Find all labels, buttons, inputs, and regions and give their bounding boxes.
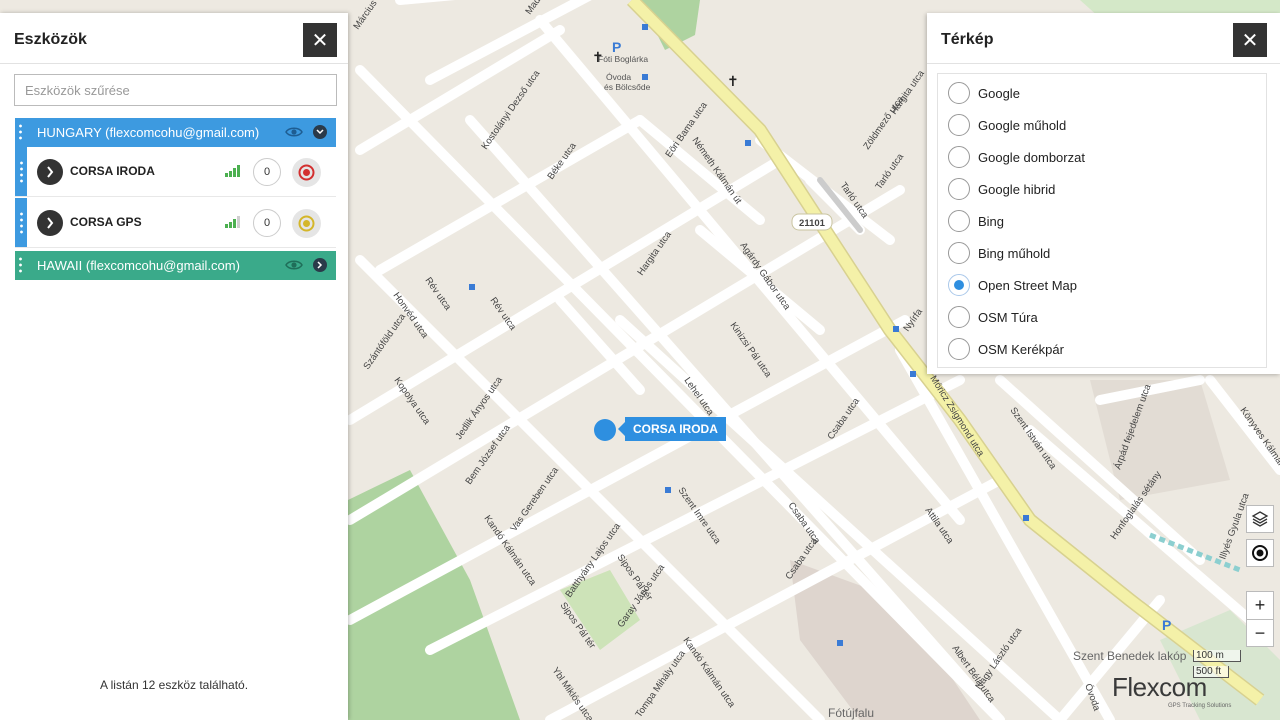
- layer-label: Google hibrid: [978, 181, 1056, 197]
- radio-button[interactable]: [948, 306, 970, 328]
- svg-text:✝: ✝: [592, 49, 604, 65]
- expand-device-button[interactable]: [37, 210, 63, 236]
- signal-bars-icon: [225, 216, 240, 228]
- device-marker-label[interactable]: CORSA IRODA: [618, 417, 726, 441]
- layer-option-google-satellite[interactable]: Google műhold: [938, 109, 1266, 141]
- radio-button[interactable]: [948, 114, 970, 136]
- locate-button[interactable]: [1246, 539, 1274, 567]
- devices-panel-close-button[interactable]: ✕: [303, 23, 337, 57]
- group-name: HUNGARY (flexcomcohu@gmail.com): [37, 125, 260, 140]
- svg-text:Fóti Boglárka: Fóti Boglárka: [598, 54, 648, 64]
- zoom-in-button[interactable]: +: [1246, 591, 1274, 619]
- district-label-fotujfalu: Fótújfalu: [828, 706, 875, 720]
- chevron-right-icon: [47, 217, 54, 229]
- status-target-button[interactable]: [292, 209, 321, 238]
- device-drag-strip[interactable]: [15, 147, 27, 196]
- flexcom-logo-subtext: GPS Tracking Solutions: [1168, 703, 1232, 709]
- device-drag-strip[interactable]: [15, 198, 27, 247]
- layer-label: Google: [978, 85, 1020, 101]
- target-red-icon: [298, 164, 315, 181]
- radio-button[interactable]: [948, 338, 970, 360]
- drag-handle-icon[interactable]: [19, 256, 22, 275]
- district-label: Szent Benedek lakóp: [1073, 649, 1187, 663]
- device-row-corsa-gps[interactable]: CORSA GPS 0: [15, 198, 336, 248]
- devices-panel-header: Eszközök ✕: [0, 13, 348, 64]
- map-layers-panel: Térkép ✕ Google Google műhold Google dom…: [927, 13, 1280, 374]
- locate-icon: [1252, 545, 1268, 561]
- layer-label: OSM Kerékpár: [978, 341, 1064, 357]
- group-name: HAWAII (flexcomcohu@gmail.com): [37, 258, 240, 273]
- flexcom-logo: Flexcom: [1112, 672, 1207, 702]
- radio-button[interactable]: [948, 210, 970, 232]
- layer-option-google-hybrid[interactable]: Google hibrid: [938, 173, 1266, 205]
- group-row-hawaii[interactable]: HAWAII (flexcomcohu@gmail.com): [15, 251, 336, 280]
- drag-handle-icon[interactable]: [19, 123, 22, 142]
- radio-button[interactable]: [948, 178, 970, 200]
- chevron-down-icon[interactable]: [313, 125, 327, 139]
- device-name: CORSA IRODA: [70, 164, 155, 178]
- map-panel-close-button[interactable]: ✕: [1233, 23, 1267, 57]
- devices-panel: Eszközök ✕ HUNGARY (flexcomcohu@gmail.co…: [0, 13, 348, 720]
- close-icon: ✕: [311, 29, 329, 52]
- map-panel-title: Térkép: [941, 31, 994, 48]
- layers-button[interactable]: [1246, 505, 1274, 533]
- device-marker[interactable]: [594, 419, 616, 441]
- group-row-hungary[interactable]: HUNGARY (flexcomcohu@gmail.com): [15, 118, 336, 147]
- road-number-label: 21101: [799, 218, 826, 229]
- layer-option-bing-satellite[interactable]: Bing műhold: [938, 237, 1266, 269]
- svg-text:P: P: [1162, 617, 1171, 633]
- layer-list: Google Google műhold Google domborzat Go…: [937, 73, 1267, 368]
- chevron-right-icon[interactable]: [313, 258, 327, 272]
- svg-text:Óvoda: Óvoda: [606, 72, 631, 82]
- expand-device-button[interactable]: [37, 159, 63, 185]
- alert-count-badge[interactable]: 0: [253, 158, 281, 186]
- device-count-footer: A listán 12 eszköz található.: [99, 678, 249, 692]
- status-target-button[interactable]: [292, 158, 321, 187]
- svg-text:P: P: [612, 39, 621, 55]
- zoom-out-button[interactable]: −: [1246, 619, 1274, 647]
- layer-label: Bing műhold: [978, 245, 1051, 261]
- layer-option-bing[interactable]: Bing: [938, 205, 1266, 237]
- eye-icon[interactable]: [285, 125, 303, 139]
- layer-label: Open Street Map: [978, 277, 1077, 293]
- radio-button[interactable]: [948, 242, 970, 264]
- device-filter-input[interactable]: [14, 74, 337, 106]
- map-panel-header: Térkép ✕: [927, 13, 1280, 64]
- radio-button[interactable]: [948, 146, 970, 168]
- layer-label: OSM Túra: [978, 309, 1038, 325]
- layers-icon: [1251, 511, 1269, 527]
- device-name: CORSA GPS: [70, 215, 142, 229]
- eye-icon[interactable]: [285, 258, 303, 272]
- signal-bars-icon: [225, 165, 240, 177]
- layer-option-osm-tura[interactable]: OSM Túra: [938, 301, 1266, 333]
- alert-count-badge[interactable]: 0: [253, 209, 281, 237]
- layer-option-google-terrain[interactable]: Google domborzat: [938, 141, 1266, 173]
- svg-text:és Bölcsőde: és Bölcsőde: [604, 82, 651, 92]
- svg-text:✝: ✝: [727, 73, 739, 89]
- layer-option-google[interactable]: Google: [938, 77, 1266, 109]
- layer-option-osm-kerekpar[interactable]: OSM Kerékpár: [938, 333, 1266, 365]
- device-row-corsa-iroda[interactable]: CORSA IRODA 0: [15, 147, 336, 197]
- layer-label: Bing: [978, 213, 1005, 229]
- scale-bar-metric: 100 m: [1193, 650, 1241, 662]
- devices-panel-title: Eszközök: [14, 31, 87, 48]
- layer-label: Google domborzat: [978, 149, 1085, 165]
- layer-label: Google műhold: [978, 117, 1067, 133]
- layer-option-open-street-map[interactable]: Open Street Map: [938, 269, 1266, 301]
- target-yellow-icon: [298, 215, 315, 232]
- radio-button-selected[interactable]: [948, 274, 970, 296]
- chevron-right-icon: [47, 166, 54, 178]
- close-icon: ✕: [1241, 29, 1259, 52]
- radio-button[interactable]: [948, 82, 970, 104]
